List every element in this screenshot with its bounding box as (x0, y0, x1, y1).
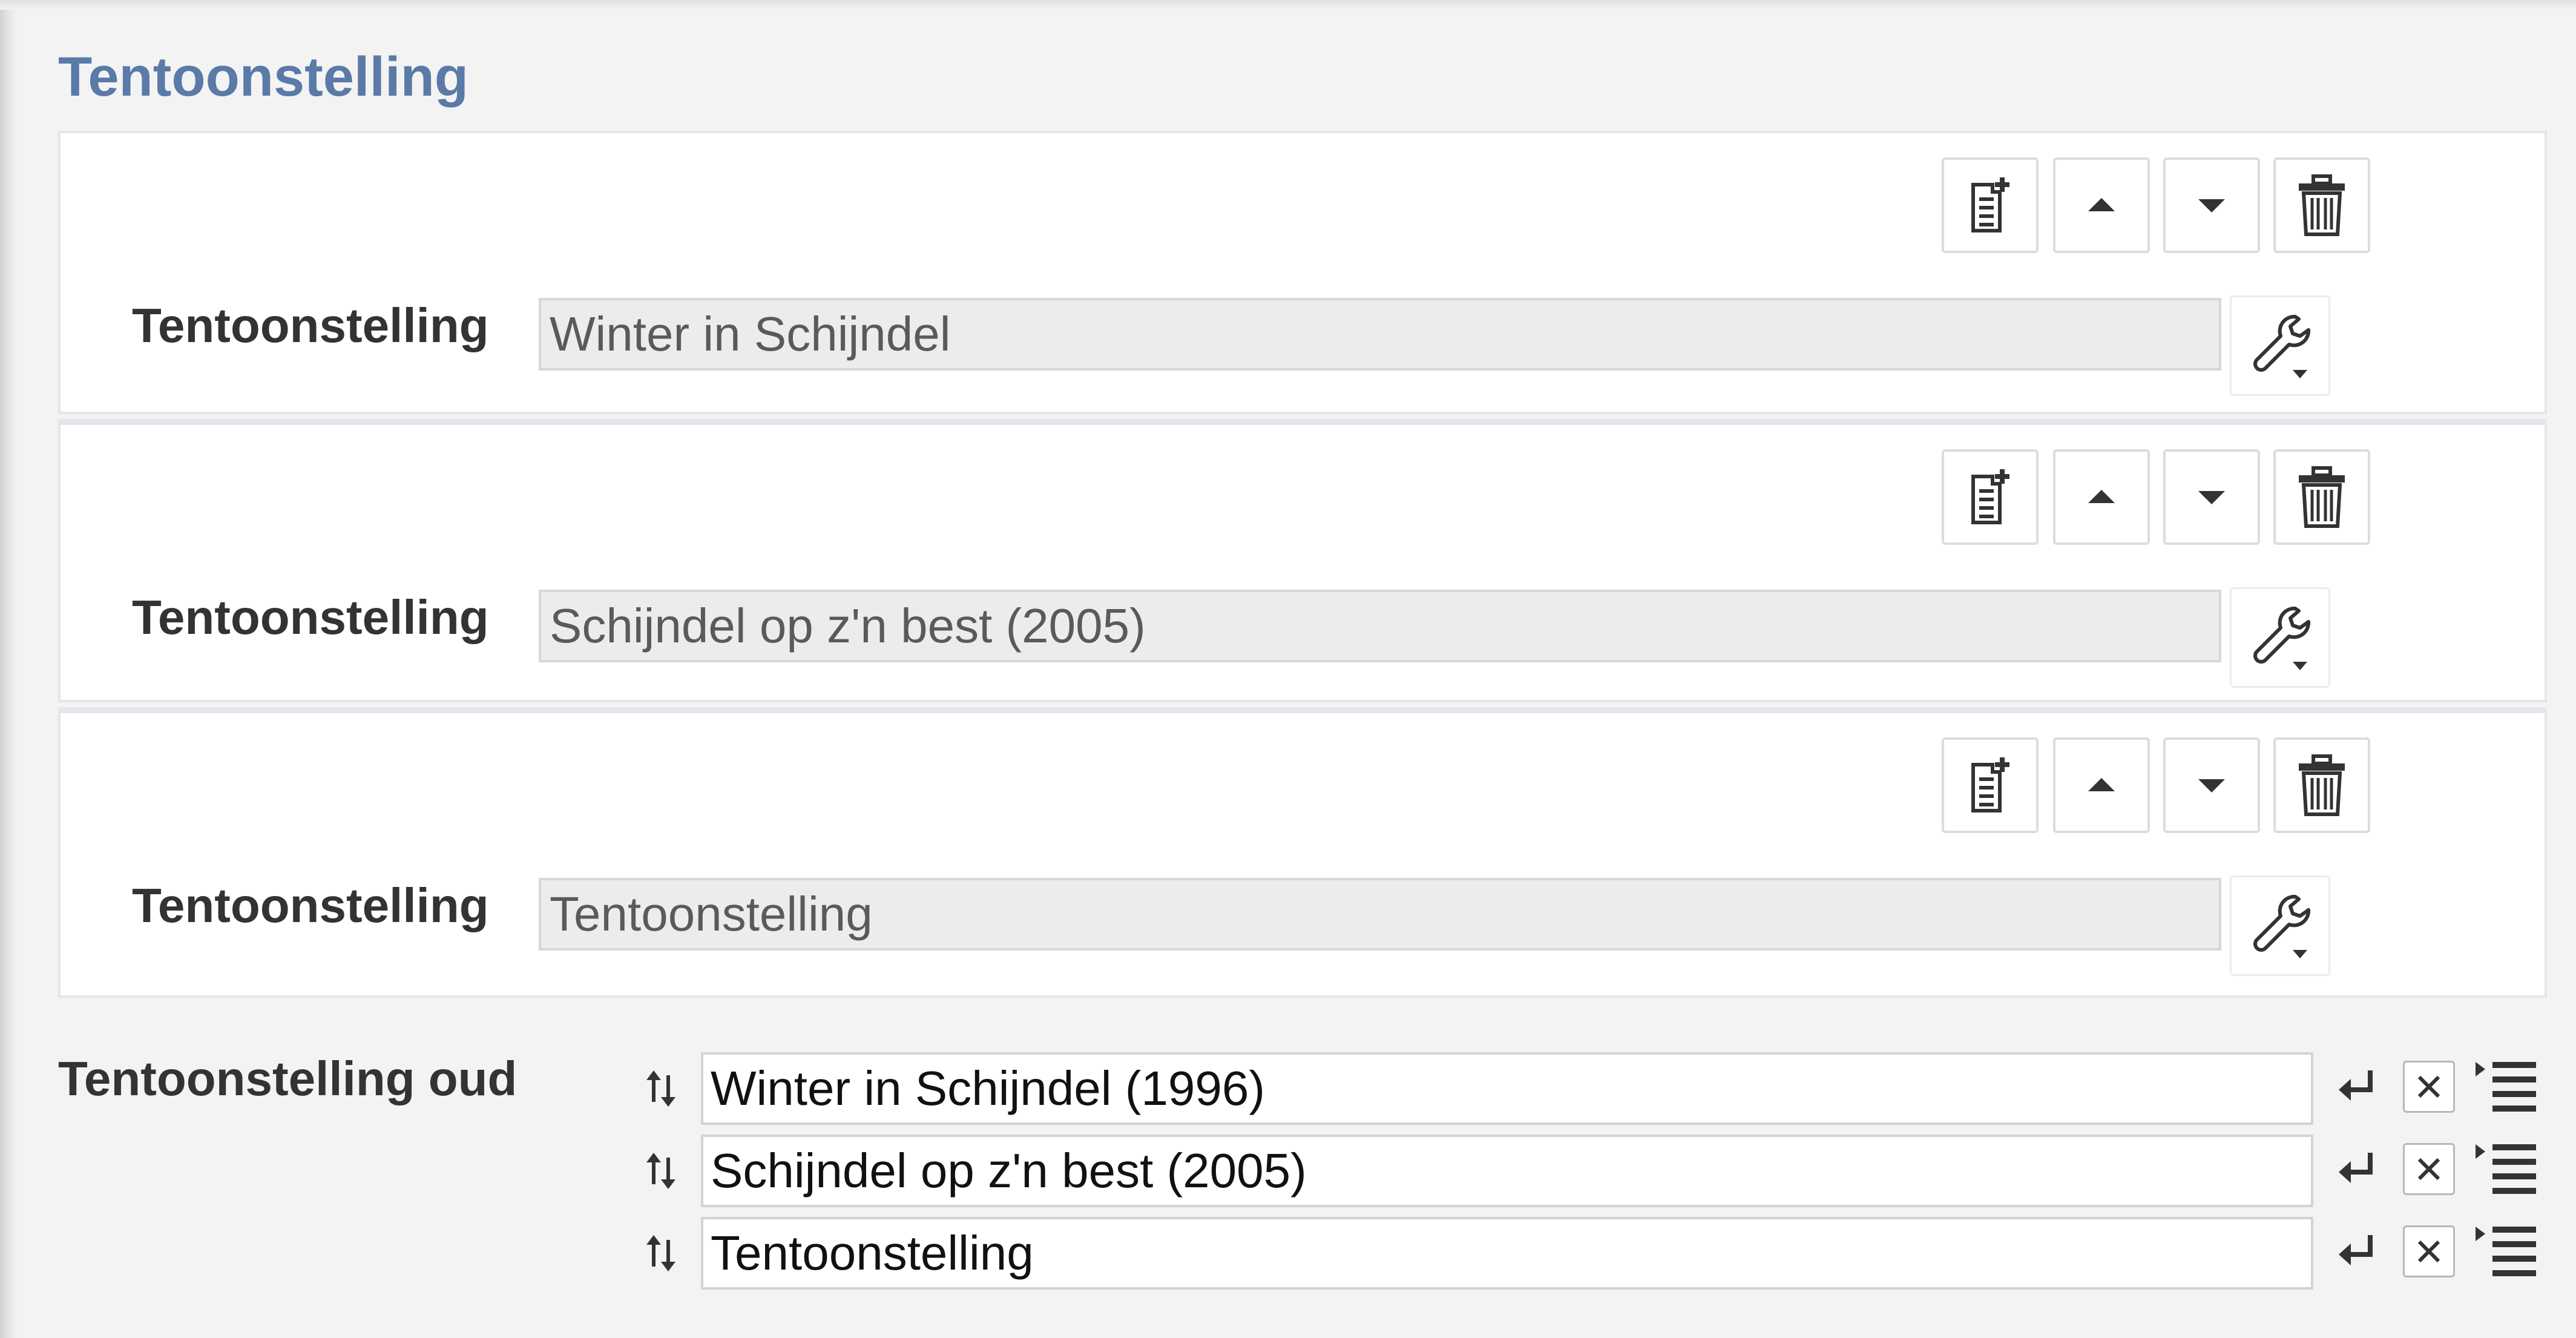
add-entry-button[interactable] (1942, 737, 2039, 833)
add-document-icon (1971, 757, 2009, 812)
field-group-1: Tentoonstelling Winter in Schijndel (58, 131, 2547, 414)
add-document-icon (1971, 469, 2009, 524)
move-down-icon (2198, 491, 2225, 504)
move-down-icon (2198, 199, 2225, 213)
reorder-icon[interactable] (642, 1230, 683, 1276)
move-down-button[interactable] (2163, 157, 2260, 253)
add-entry-button[interactable] (1942, 449, 2039, 545)
clear-button[interactable] (2403, 1061, 2455, 1113)
move-down-button[interactable] (2163, 737, 2260, 833)
list-menu-icon[interactable] (2473, 1139, 2540, 1202)
move-up-button[interactable] (2053, 449, 2150, 545)
move-up-button[interactable] (2053, 737, 2150, 833)
field-input-readonly[interactable]: Winter in Schijndel (539, 298, 2221, 371)
old-field-row: Tentoonstelling (0, 1217, 2576, 1290)
reorder-icon[interactable] (642, 1066, 683, 1112)
list-menu-icon[interactable] (2473, 1222, 2540, 1285)
wrench-icon (2253, 894, 2311, 958)
enter-icon[interactable] (2334, 1066, 2380, 1108)
close-icon (2417, 1240, 2440, 1263)
field-group-2: Tentoonstelling Schijndel op z'n best (2… (58, 419, 2547, 702)
close-icon (2417, 1075, 2440, 1098)
clear-button[interactable] (2403, 1143, 2455, 1195)
move-down-icon (2198, 779, 2225, 793)
field-input-readonly[interactable]: Tentoonstelling (539, 878, 2221, 951)
wrench-icon (2253, 314, 2311, 378)
delete-button[interactable] (2273, 157, 2370, 253)
form-panel: Tentoonstelling Tentoonstelling Winter i… (0, 0, 2576, 1338)
old-field-input[interactable]: Tentoonstelling (701, 1217, 2313, 1290)
trash-icon (2299, 754, 2345, 816)
old-field-input[interactable]: Schijndel op z'n best (2005) (701, 1135, 2313, 1207)
field-label: Tentoonstelling (132, 878, 489, 932)
field-group-3: Tentoonstelling Tentoonstelling (58, 707, 2547, 998)
move-down-button[interactable] (2163, 449, 2260, 545)
trash-icon (2299, 466, 2345, 528)
field-label: Tentoonstelling (132, 298, 489, 352)
field-label: Tentoonstelling (132, 590, 489, 644)
enter-icon[interactable] (2334, 1230, 2380, 1273)
delete-button[interactable] (2273, 737, 2370, 833)
reorder-icon[interactable] (642, 1148, 683, 1194)
section-title: Tentoonstelling (58, 46, 469, 108)
wrench-icon (2253, 606, 2311, 670)
panel-top-shadow (0, 0, 2576, 10)
linked-field-tools-button[interactable] (2230, 587, 2330, 688)
list-menu-icon[interactable] (2473, 1057, 2540, 1120)
move-up-button[interactable] (2053, 157, 2150, 253)
move-up-icon (2088, 490, 2115, 503)
delete-button[interactable] (2273, 449, 2370, 545)
clear-button[interactable] (2403, 1225, 2455, 1277)
linked-field-tools-button[interactable] (2230, 875, 2330, 976)
old-field-row: Schijndel op z'n best (2005) (0, 1135, 2576, 1207)
add-document-icon (1971, 177, 2009, 232)
move-up-icon (2088, 198, 2115, 211)
add-entry-button[interactable] (1942, 157, 2039, 253)
close-icon (2417, 1158, 2440, 1181)
enter-icon[interactable] (2334, 1148, 2380, 1190)
old-field-row: Winter in Schijndel (1996) (0, 1052, 2576, 1125)
field-input-readonly[interactable]: Schijndel op z'n best (2005) (539, 590, 2221, 662)
trash-icon (2299, 174, 2345, 236)
move-up-icon (2088, 778, 2115, 791)
linked-field-tools-button[interactable] (2230, 295, 2330, 396)
old-field-input[interactable]: Winter in Schijndel (1996) (701, 1052, 2313, 1125)
